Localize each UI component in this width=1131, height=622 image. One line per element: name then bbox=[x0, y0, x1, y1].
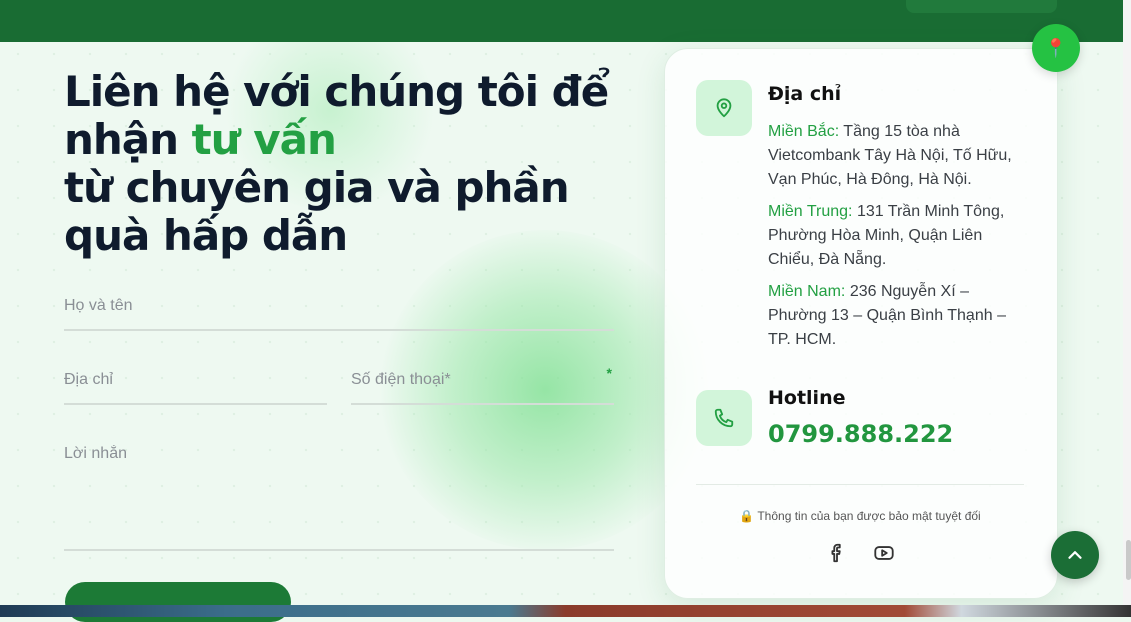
scroll-to-top-button[interactable] bbox=[1051, 531, 1099, 579]
top-navbar bbox=[0, 0, 1123, 42]
youtube-link[interactable] bbox=[872, 542, 896, 569]
facebook-link[interactable] bbox=[826, 542, 848, 569]
title-line-2-prefix: nhận bbox=[64, 115, 179, 164]
scrollbar-track[interactable] bbox=[1123, 0, 1131, 605]
region-label-north: Miền Bắc: bbox=[768, 123, 840, 140]
fullname-input[interactable] bbox=[64, 297, 614, 315]
phone-icon bbox=[714, 408, 734, 428]
region-label-south: Miền Nam: bbox=[768, 283, 846, 300]
pin-icon: 📍 bbox=[1044, 37, 1068, 58]
region-label-central: Miền Trung: bbox=[768, 203, 853, 220]
map-pin-button[interactable]: 📍 bbox=[1032, 24, 1080, 72]
next-section-image-strip bbox=[0, 605, 1131, 617]
map-pin-icon bbox=[716, 98, 732, 118]
title-line-3: từ chuyên gia và phần bbox=[64, 163, 570, 212]
youtube-icon bbox=[874, 546, 894, 560]
address-heading: Địa chỉ bbox=[768, 83, 842, 105]
facebook-icon bbox=[831, 543, 841, 563]
card-divider bbox=[696, 484, 1024, 485]
title-accent: tư vấn bbox=[191, 115, 337, 164]
title-highlight: quà hấp dẫn bbox=[64, 211, 350, 266]
message-field bbox=[64, 445, 614, 551]
message-textarea[interactable] bbox=[64, 445, 614, 543]
secure-text: Thông tin của bạn được bảo mật tuyệt đối bbox=[757, 509, 981, 523]
phone-input[interactable] bbox=[351, 371, 614, 389]
address-input[interactable] bbox=[64, 371, 327, 389]
address-icon-box bbox=[696, 80, 752, 136]
lock-icon: 🔒 bbox=[739, 509, 755, 523]
secure-note: 🔒 Thông tin của bạn được bảo mật tuyệt đ… bbox=[664, 509, 1056, 523]
address-central: Miền Trung: 131 Trần Minh Tông, Phường H… bbox=[768, 200, 1030, 272]
navbar-cta-button[interactable] bbox=[906, 0, 1057, 13]
title-line-1: Liên hệ với chúng tôi để bbox=[64, 67, 609, 116]
hotline-icon-box bbox=[696, 390, 752, 446]
address-north: Miền Bắc: Tầng 15 tòa nhà Vietcombank Tâ… bbox=[768, 120, 1030, 192]
required-mark: * bbox=[606, 365, 612, 381]
address-south: Miền Nam: 236 Nguyễn Xí – Phường 13 – Qu… bbox=[768, 280, 1030, 352]
hotline-number[interactable]: 0799.888.222 bbox=[768, 420, 953, 448]
hotline-heading: Hotline bbox=[768, 387, 846, 409]
scrollbar-thumb[interactable] bbox=[1126, 540, 1131, 580]
phone-field: * bbox=[351, 365, 614, 405]
title-line-4: quà hấp dẫn bbox=[64, 211, 348, 260]
chevron-up-icon bbox=[1068, 551, 1082, 559]
fullname-field bbox=[64, 297, 614, 331]
contact-title: Liên hệ với chúng tôi để nhận tư vấn từ … bbox=[64, 67, 624, 266]
address-field bbox=[64, 371, 327, 405]
